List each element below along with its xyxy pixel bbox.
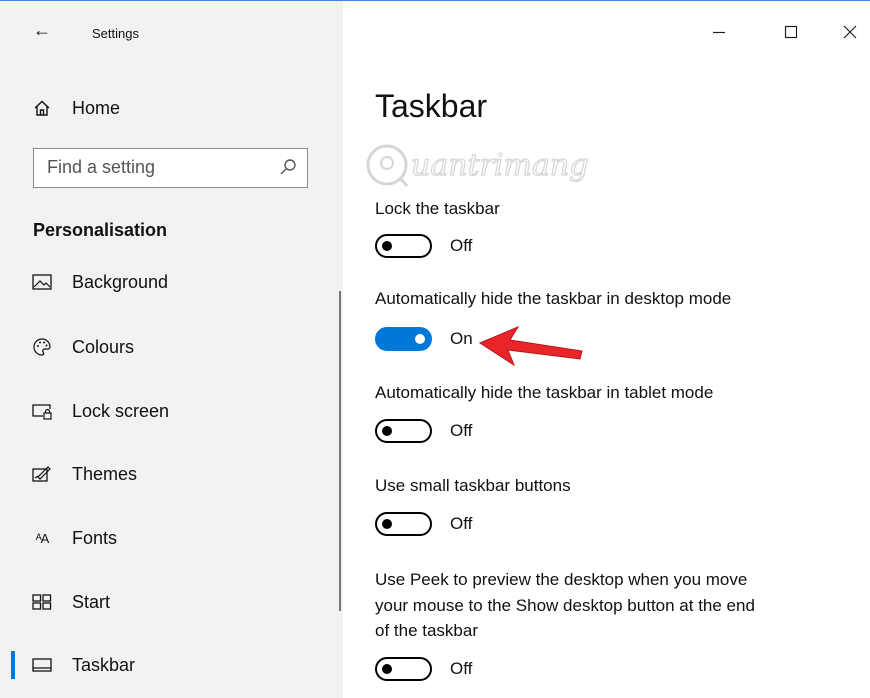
toggle-hide-tablet[interactable] [375, 419, 432, 443]
toggle-knob [382, 519, 392, 529]
toggle-small-buttons[interactable] [375, 512, 432, 536]
toggle-knob [382, 241, 392, 251]
toggle-state: On [450, 329, 473, 348]
search-input[interactable] [34, 149, 277, 186]
maximize-icon [784, 25, 798, 39]
sidebar-item-start[interactable]: Start [0, 582, 343, 622]
option-label-hide-desktop: Automatically hide the taskbar in deskto… [375, 289, 732, 308]
background-icon [31, 271, 53, 293]
sidebar-item-colours[interactable]: Colours [0, 327, 343, 367]
sidebar-item-home[interactable]: Home [0, 88, 343, 128]
sidebar-item-fonts[interactable]: ᴬA Fonts [0, 518, 343, 558]
search-icon[interactable] [278, 157, 298, 177]
app-title: Settings [92, 26, 139, 41]
sidebar-item-background[interactable]: Background [0, 262, 343, 302]
page-title: Taskbar [375, 88, 488, 124]
sidebar-item-label: Taskbar [72, 654, 136, 675]
sidebar-item-label: Start [72, 591, 111, 612]
sidebar-item-lock-screen[interactable]: Lock screen [0, 391, 343, 431]
minimize-icon [713, 31, 725, 34]
fonts-icon: ᴬA [35, 530, 50, 546]
red-arrow-icon [478, 325, 583, 367]
themes-icon [31, 463, 53, 485]
option-label-lock-taskbar: Lock the taskbar [375, 199, 500, 218]
option-label-peek-line1: Use Peek to preview the desktop when you… [375, 570, 748, 589]
sidebar-item-themes[interactable]: Themes [0, 454, 343, 494]
palette-icon [31, 336, 53, 358]
close-button[interactable] [830, 15, 870, 49]
close-icon [843, 25, 857, 39]
sidebar-item-label: Lock screen [72, 400, 170, 421]
section-heading: Personalisation [33, 220, 168, 240]
option-label-small-buttons: Use small taskbar buttons [375, 476, 571, 495]
toggle-hide-desktop[interactable] [375, 327, 432, 351]
toggle-state: Off [450, 514, 473, 533]
svg-text:uantrimang: uantrimang [411, 148, 588, 183]
home-icon [31, 97, 53, 119]
toggle-lock-taskbar[interactable] [375, 234, 432, 258]
scrollbar[interactable] [339, 291, 341, 611]
toggle-knob [382, 664, 392, 674]
toggle-knob [382, 426, 392, 436]
sidebar-item-label: Colours [72, 336, 135, 357]
content-pane: Taskbar uantrimang Lock the taskbar Off … [343, 1, 870, 698]
taskbar-icon [31, 654, 53, 676]
back-arrow-icon[interactable]: ← [33, 21, 51, 39]
sidebar-item-label: Themes [72, 463, 138, 484]
start-icon [31, 591, 53, 613]
watermark-logo: uantrimang [366, 144, 589, 187]
toggle-knob [415, 334, 425, 344]
toggle-state: Off [450, 236, 473, 255]
option-label-peek-line3: of the taskbar [375, 621, 479, 640]
maximize-button[interactable] [771, 15, 811, 49]
sidebar-item-label: Fonts [72, 527, 118, 548]
sidebar-item-taskbar[interactable]: Taskbar [0, 645, 343, 685]
search-box [33, 148, 308, 188]
sidebar: ← Settings Home Personalisation Backgrou… [0, 1, 343, 698]
toggle-state: Off [450, 659, 473, 678]
toggle-state: Off [450, 421, 473, 440]
settings-window: ← Settings Home Personalisation Backgrou… [0, 0, 870, 698]
sidebar-item-label: Home [72, 97, 121, 118]
toggle-peek[interactable] [375, 657, 432, 681]
minimize-button[interactable] [699, 15, 739, 49]
option-label-peek-line2: your mouse to the Show desktop button at… [375, 596, 755, 615]
sidebar-item-label: Background [72, 271, 169, 292]
lock-screen-icon [31, 400, 53, 422]
option-label-hide-tablet: Automatically hide the taskbar in tablet… [375, 383, 714, 402]
